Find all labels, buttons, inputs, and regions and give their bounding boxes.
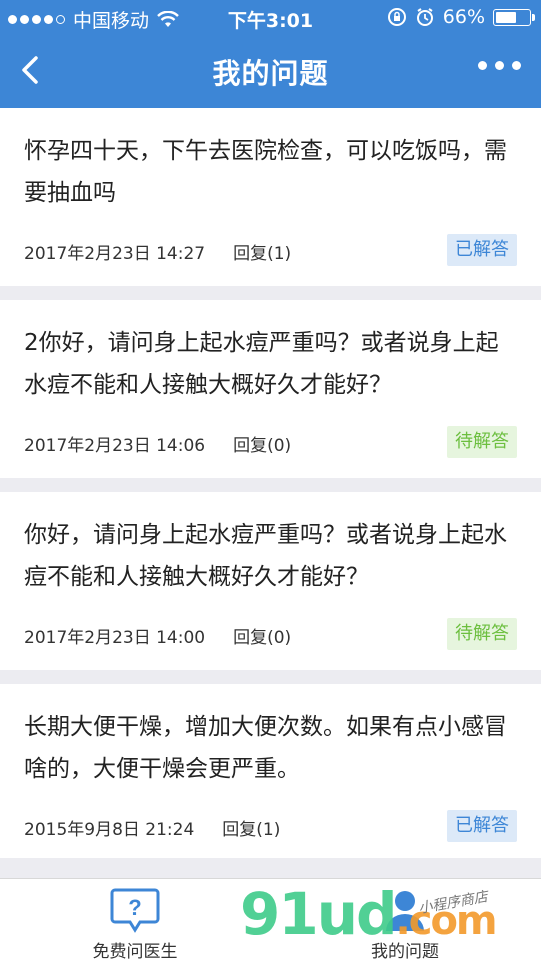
question-date: 2017年2月23日 14:27 [24, 244, 206, 264]
question-card[interactable]: 2你好，请问身上起水痘严重吗？或者说身上起水痘不能和人接触大概好久才能好？ 20… [0, 300, 541, 478]
reply-count: 回复(1) [233, 244, 292, 264]
reply-count: 回复(0) [233, 628, 292, 648]
question-meta: 2017年2月23日 14:06 回复(0) [24, 431, 291, 456]
tab-free-consult[interactable]: ? 免费问医生 [60, 887, 210, 960]
svg-text:?: ? [128, 895, 141, 920]
question-text: 你好，请问身上起水痘严重吗？或者说身上起水痘不能和人接触大概好久才能好？ [24, 522, 507, 590]
question-meta: 2017年2月23日 14:00 回复(0) [24, 623, 291, 648]
status-badge: 待解答 [447, 618, 517, 650]
question-meta: 2017年2月23日 14:27 回复(1) [24, 239, 291, 264]
question-date: 2015年9月8日 21:24 [24, 820, 195, 840]
status-badge: 待解答 [447, 426, 517, 458]
question-card[interactable]: 你好，请问身上起水痘严重吗？或者说身上起水痘不能和人接触大概好久才能好？ 201… [0, 492, 541, 670]
more-dots-icon [478, 61, 521, 70]
page-title: 我的问题 [212, 57, 329, 90]
question-meta: 2015年9月8日 21:24 回复(1) [24, 815, 280, 840]
chat-question-icon: ? [110, 888, 160, 933]
tab-label: 免费问医生 [92, 942, 178, 960]
status-badge: 已解答 [447, 810, 517, 842]
question-text: 长期大便干燥，增加大便次数。如果有点小感冒啥的，大便干燥会更严重。 [24, 714, 507, 782]
reply-count: 回复(0) [233, 436, 292, 456]
question-text: 怀孕四十天，下午去医院检查，可以吃饭吗，需要抽血吗 [24, 138, 507, 206]
tab-label: 我的问题 [371, 942, 439, 960]
battery-icon [493, 8, 535, 26]
status-right: 66% [387, 6, 535, 28]
battery-percent: 66% [442, 6, 485, 28]
rotation-lock-icon [387, 8, 406, 26]
more-button[interactable] [478, 61, 521, 70]
question-text: 2你好，请问身上起水痘严重吗？或者说身上起水痘不能和人接触大概好久才能好？ [24, 330, 499, 398]
question-date: 2017年2月23日 14:00 [24, 628, 206, 648]
nav-bar: 我的问题 [0, 34, 541, 108]
question-card[interactable]: 长期大便干燥，增加大便次数。如果有点小感冒啥的，大便干燥会更严重。 2015年9… [0, 684, 541, 858]
status-bar: 中国移动 下午3:01 66% [0, 0, 541, 34]
alarm-icon [416, 8, 433, 26]
status-badge: 已解答 [447, 234, 517, 266]
reply-count: 回复(1) [222, 820, 281, 840]
question-date: 2017年2月23日 14:06 [24, 436, 206, 456]
question-card[interactable]: 怀孕四十天，下午去医院检查，可以吃饭吗，需要抽血吗 2017年2月23日 14:… [0, 108, 541, 286]
